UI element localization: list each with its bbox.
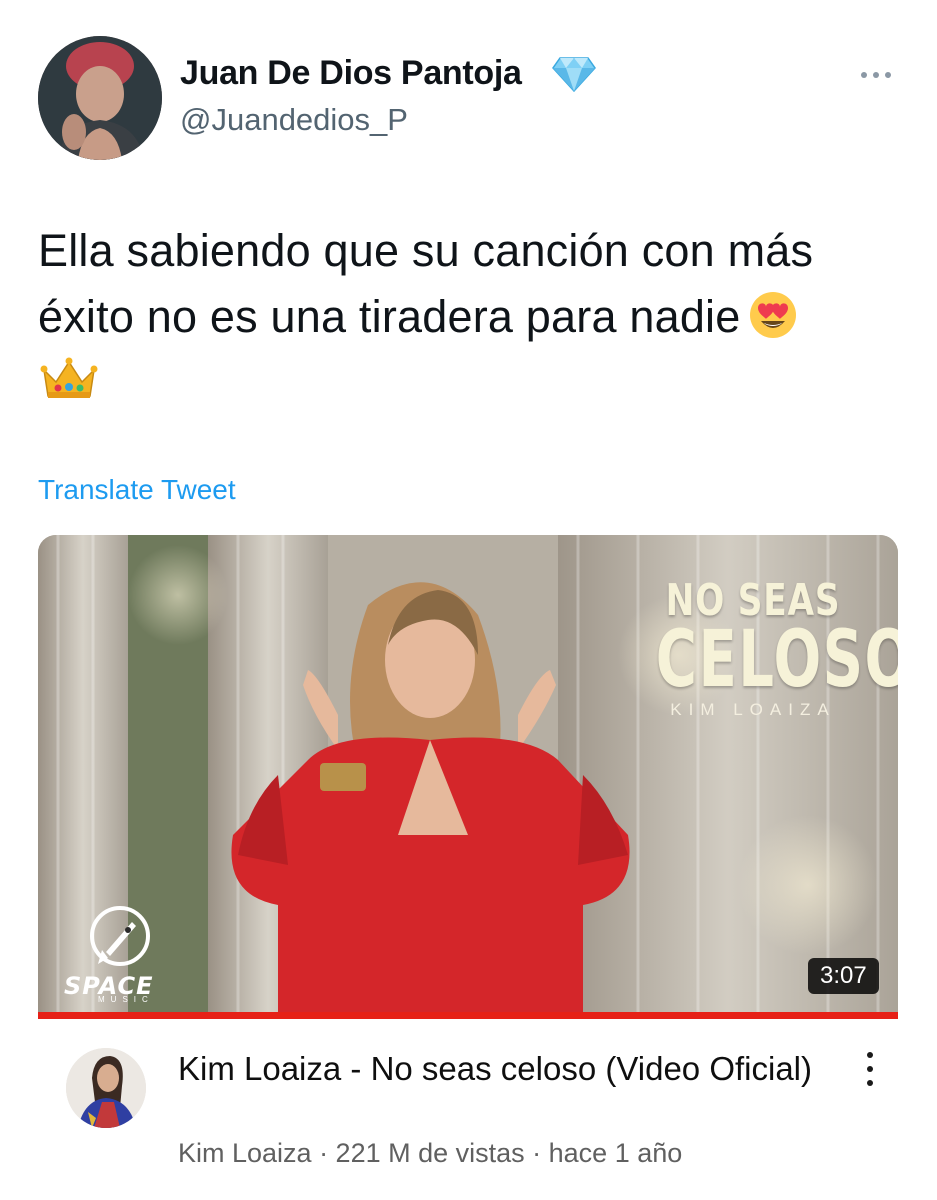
video-duration-badge: 3:07 [808, 958, 879, 994]
translate-tweet-link[interactable]: Translate Tweet [38, 474, 236, 506]
tweet-text: Ella sabiendo que su canción con más éxi… [38, 218, 908, 416]
crown-emoji-icon [40, 357, 98, 398]
tweet-text-line-3 [38, 350, 908, 416]
video-meta: Kim Loaiza · 221 M de vistas · hace 1 añ… [178, 1138, 683, 1168]
channel-avatar[interactable] [66, 1048, 146, 1128]
tweet-screenshot: Juan De Dios Pantoja @Juandedios_P Ella … [0, 0, 937, 1200]
thumbnail-title-line-2: CELOSO [655, 615, 898, 705]
video-thumbnail[interactable]: NO SEAS CELOSO KIM LOAIZA SPACE MUSIC 3:… [38, 535, 898, 1019]
tweet-text-line-1: Ella sabiendo que su canción con más [38, 225, 814, 276]
video-progress-bar [38, 1012, 898, 1019]
author-avatar[interactable] [38, 36, 162, 160]
video-more-options-icon[interactable] [858, 1052, 882, 1086]
tweet-text-line-2: éxito no es una tiradera para nadie [38, 284, 908, 350]
space-music-logo-subtext: MUSIC [98, 995, 154, 1004]
more-options-icon[interactable] [856, 60, 896, 90]
thumbnail-title-overlay: NO SEAS CELOSO KIM LOAIZA [618, 575, 898, 720]
author-display-name[interactable]: Juan De Dios Pantoja [180, 54, 522, 93]
verified-diamond-icon [552, 56, 596, 93]
heart-eyes-emoji-icon [750, 292, 797, 338]
tweet-text-line-2-text: éxito no es una tiradera para nadie [38, 291, 741, 342]
video-title[interactable]: Kim Loaiza - No seas celoso (Video Ofici… [178, 1048, 818, 1090]
author-handle[interactable]: @Juandedios_P [180, 102, 408, 138]
